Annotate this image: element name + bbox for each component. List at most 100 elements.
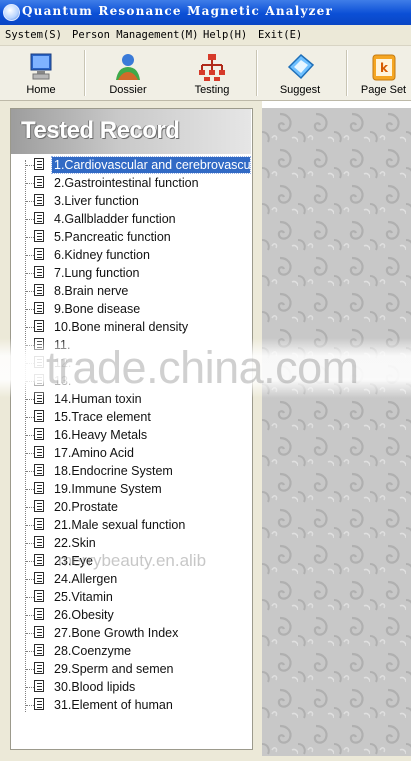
- menu-exit[interactable]: Exit(E): [258, 29, 302, 41]
- tree-item-label: 31.Element of human: [54, 698, 173, 712]
- document-icon: [34, 248, 44, 260]
- tree-connector: [26, 489, 34, 490]
- tree-item-label: 17.Amino Acid: [54, 446, 134, 460]
- notebook-icon: [287, 53, 315, 80]
- person-icon: [116, 54, 140, 80]
- tree-item[interactable]: 4.Gallbladder function: [11, 210, 250, 228]
- toolbar-separator: [256, 50, 258, 96]
- toolbar-separator: [84, 50, 86, 96]
- document-icon: [34, 644, 44, 656]
- tree-item-label: 20.Prostate: [54, 500, 118, 514]
- tree-item-label: 7.Lung function: [54, 266, 140, 280]
- tree-item[interactable]: 5.Pancreatic function: [11, 228, 250, 246]
- document-icon: [34, 158, 44, 170]
- tree-item-label: 24.Allergen: [54, 572, 118, 586]
- tree-connector: [26, 327, 34, 328]
- page-setup-icon: k: [372, 54, 396, 81]
- document-icon: [34, 626, 44, 638]
- tree-item[interactable]: 28.Coenzyme: [11, 642, 250, 660]
- tree-item-label: 4.Gallbladder function: [54, 212, 176, 226]
- document-icon: [34, 212, 44, 224]
- document-icon: [34, 176, 44, 188]
- panel-header: Tested Record: [11, 109, 251, 154]
- tree-item-label: 6.Kidney function: [54, 248, 150, 262]
- tree-item[interactable]: 21.Male sexual function: [11, 516, 250, 534]
- tree-connector: [26, 237, 34, 238]
- tree-item[interactable]: 6.Kidney function: [11, 246, 250, 264]
- tree-item[interactable]: 8.Brain nerve: [11, 282, 250, 300]
- tree-item-label: 9.Bone disease: [54, 302, 141, 316]
- tree-connector: [26, 165, 34, 166]
- tree-connector: [26, 507, 34, 508]
- tree-connector: [26, 651, 34, 652]
- tree-item[interactable]: 3.Liver function: [11, 192, 250, 210]
- page-set-button[interactable]: k Page Set: [356, 46, 411, 100]
- tree-connector: [26, 561, 34, 562]
- tree-item[interactable]: 20.Prostate: [11, 498, 250, 516]
- tree-item[interactable]: 9.Bone disease: [11, 300, 250, 318]
- tree-item[interactable]: 15.Trace element: [11, 408, 250, 426]
- tree-connector: [26, 579, 34, 580]
- testing-button[interactable]: Testing: [186, 46, 238, 100]
- tree-item-label: 5.Pancreatic function: [54, 230, 171, 244]
- tree-item[interactable]: 25.Vitamin: [11, 588, 250, 606]
- document-icon: [34, 698, 44, 710]
- tree-item[interactable]: 19.Immune System: [11, 480, 250, 498]
- document-icon: [34, 518, 44, 530]
- tree-item-label: 10.Bone mineral density: [54, 320, 189, 334]
- tree-connector: [26, 705, 34, 706]
- tree-item-label: 19.Immune System: [54, 482, 162, 496]
- tree-item[interactable]: 27.Bone Growth Index: [11, 624, 250, 642]
- tree-item[interactable]: 29.Sperm and semen: [11, 660, 250, 678]
- tree-item-label: 16.Heavy Metals: [54, 428, 148, 442]
- panel-header-title: Tested Record: [21, 117, 180, 144]
- tree-item[interactable]: 1.Cardiovascular and cerebrovascular: [11, 156, 251, 174]
- tree-item[interactable]: 10.Bone mineral density: [11, 318, 250, 336]
- window-title: Quantum Resonance Magnetic Analyzer: [22, 4, 334, 18]
- monitor-icon: [30, 53, 52, 80]
- tree-item[interactable]: 24.Allergen: [11, 570, 250, 588]
- tree-item[interactable]: 26.Obesity: [11, 606, 250, 624]
- tree-connector: [26, 273, 34, 274]
- suggest-label: Suggest: [279, 84, 321, 96]
- tree-item-label: 21.Male sexual function: [54, 518, 186, 532]
- tree-connector: [26, 309, 34, 310]
- document-icon: [34, 662, 44, 674]
- menu-person-management[interactable]: Person Management(M): [72, 29, 198, 41]
- tree-connector: [26, 525, 34, 526]
- suggest-button[interactable]: Suggest: [274, 46, 326, 100]
- tree-item[interactable]: 30.Blood lipids: [11, 678, 250, 696]
- tree-item[interactable]: 17.Amino Acid: [11, 444, 250, 462]
- dossier-button[interactable]: Dossier: [100, 46, 156, 100]
- tree-item[interactable]: 16.Heavy Metals: [11, 426, 250, 444]
- tree-item-label: 28.Coenzyme: [54, 644, 132, 658]
- tree-item[interactable]: 18.Endocrine System: [11, 462, 250, 480]
- tree-item[interactable]: 22.Skin: [11, 534, 250, 552]
- dossier-label: Dossier: [109, 84, 147, 96]
- tree-item[interactable]: 31.Element of human: [11, 696, 250, 714]
- tree-item-label: 18.Endocrine System: [54, 464, 173, 478]
- document-icon: [34, 482, 44, 494]
- menu-system[interactable]: System(S): [5, 29, 62, 41]
- tree-connector: [26, 633, 34, 634]
- document-icon: [34, 446, 44, 458]
- tree-item-label: 22.Skin: [54, 536, 96, 550]
- tree-item[interactable]: 7.Lung function: [11, 264, 250, 282]
- page-set-label: Page Set: [360, 84, 407, 96]
- tree-item-label: 27.Bone Growth Index: [54, 626, 179, 640]
- tree-connector: [26, 615, 34, 616]
- tree-connector: [26, 597, 34, 598]
- tree-connector: [26, 183, 34, 184]
- tree-item-label: 8.Brain nerve: [54, 284, 129, 298]
- home-button[interactable]: Home: [14, 46, 68, 100]
- tree-connector: [26, 669, 34, 670]
- tree-connector: [26, 435, 34, 436]
- tree-item-label: 29.Sperm and semen: [54, 662, 174, 676]
- toolbar-separator: [346, 50, 348, 96]
- document-icon: [34, 230, 44, 242]
- document-icon: [34, 680, 44, 692]
- tree-item[interactable]: 2.Gastrointestinal function: [11, 174, 250, 192]
- menu-help[interactable]: Help(H): [203, 29, 247, 41]
- tree-item-label: 1.Cardiovascular and cerebrovascular: [51, 156, 251, 174]
- toolbar: Home Dossier Testing Suggest k Page Set: [0, 46, 411, 101]
